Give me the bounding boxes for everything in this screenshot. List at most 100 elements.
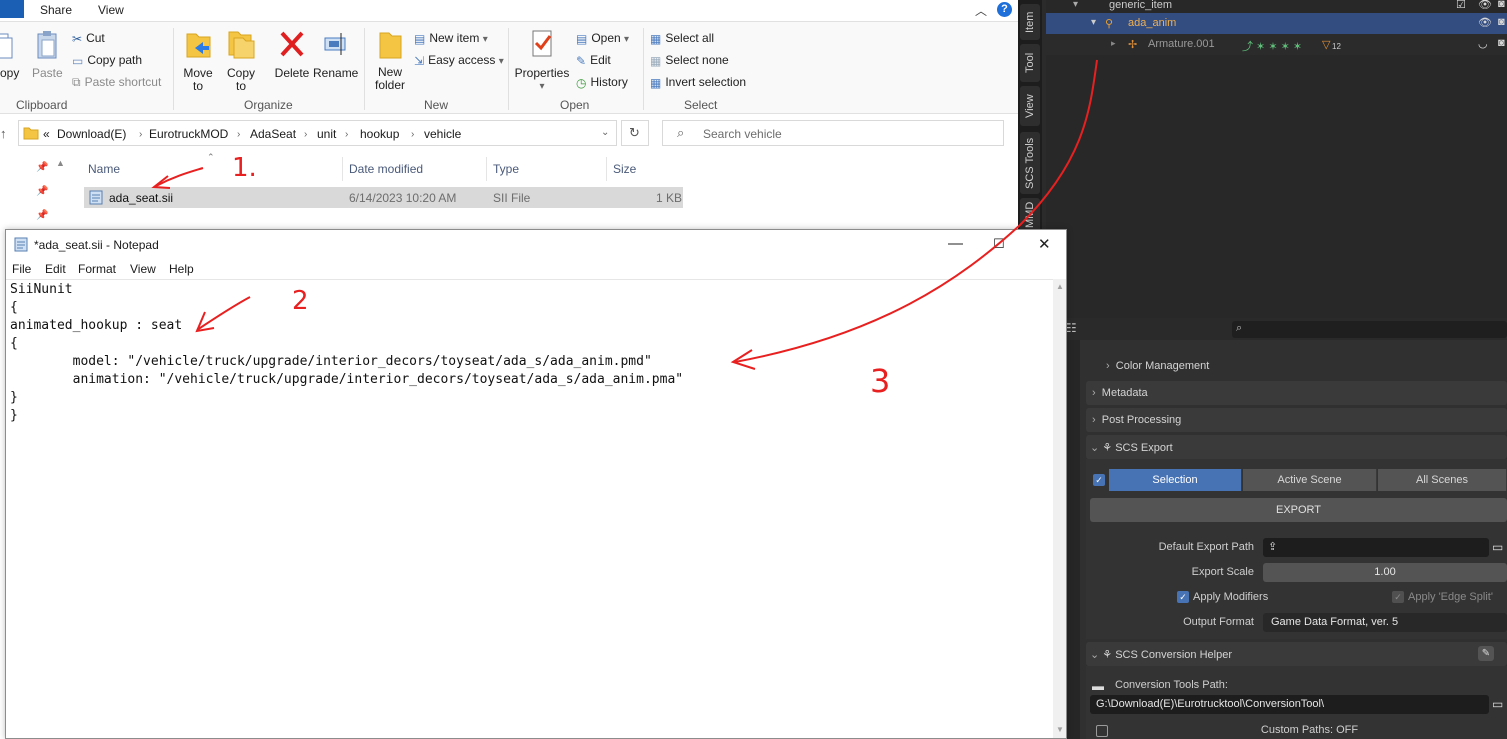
column-divider[interactable] <box>342 157 343 181</box>
checkbox-checked-icon[interactable]: ☑ <box>1456 0 1466 11</box>
panel-scs-export[interactable]: ⌄ ⚘ SCS Export <box>1086 435 1507 459</box>
file-row[interactable]: ada_seat.sii 6/14/2023 10:20 AM SII File… <box>84 187 683 208</box>
address-bar[interactable]: « Download(E) › EurotruckMOD › AdaSeat ›… <box>18 120 617 146</box>
conversion-tools-path-field[interactable]: G:\Download(E)\Eurotrucktool\ConversionT… <box>1090 695 1489 714</box>
help-icon[interactable]: ? <box>997 2 1012 17</box>
export-mode-active-scene[interactable]: Active Scene <box>1243 469 1377 491</box>
breadcrumb-vehicle[interactable]: vehicle <box>424 127 461 141</box>
outliner-row-armature[interactable]: ▸ ✢ Armature.001 ⤴ ✶ ✶ ✶ ✶ ▽ 12 ◡ ◙ <box>1046 34 1507 55</box>
tab-view[interactable]: View <box>1020 86 1040 126</box>
search-input[interactable]: Search vehicle <box>703 127 782 141</box>
menu-view[interactable]: View <box>130 262 156 276</box>
folder-browse-icon[interactable]: ▭ <box>1492 697 1503 711</box>
cut-button[interactable]: ✂ Cut <box>72 31 105 46</box>
tab-share[interactable]: Share <box>40 3 72 17</box>
column-header-size[interactable]: Size <box>613 162 636 176</box>
paste-button[interactable]: Paste <box>32 30 63 80</box>
tab-tool[interactable]: Tool <box>1020 44 1040 82</box>
minimize-icon[interactable]: — <box>948 235 963 252</box>
pin-icon[interactable]: 📌 <box>36 186 48 197</box>
pin-icon[interactable]: 📌 <box>36 162 48 173</box>
folder-browse-icon[interactable]: ▭ <box>1492 540 1503 554</box>
eyedropper-icon[interactable]: ✎ <box>1478 646 1494 661</box>
menu-format[interactable]: Format <box>78 262 116 276</box>
tab-item[interactable]: Item <box>1020 4 1040 40</box>
outliner-row-ada-anim[interactable]: ▾ ⚲ ada_anim 👁 ◙ <box>1046 13 1507 34</box>
copy-to-button[interactable]: Copy to <box>226 28 256 93</box>
column-divider[interactable] <box>606 157 607 181</box>
new-item-button[interactable]: ▤ New item ▾ <box>414 31 488 46</box>
camera-icon[interactable]: ◙ <box>1498 0 1505 10</box>
breadcrumb-hookup[interactable]: hookup <box>360 127 399 141</box>
file-name[interactable]: ada_seat.sii <box>109 191 173 205</box>
column-header-name[interactable]: Name <box>88 162 120 176</box>
panel-color-management[interactable]: › Color Management <box>1086 354 1507 378</box>
expand-triangle-icon[interactable]: ▸ <box>1111 38 1116 49</box>
rename-button[interactable]: Rename <box>313 28 358 80</box>
tab-scs-tools[interactable]: SCS Tools <box>1020 132 1040 194</box>
scroll-up-icon[interactable]: ▲ <box>56 158 65 168</box>
export-button[interactable]: EXPORT <box>1090 498 1507 522</box>
invert-selection-button[interactable]: ▦ Invert selection <box>650 75 746 90</box>
menu-file[interactable]: File <box>12 262 31 276</box>
eye-icon[interactable]: 👁 <box>1478 0 1492 11</box>
easy-access-button[interactable]: ⇲ Easy access ▾ <box>414 53 504 68</box>
output-format-dropdown[interactable]: Game Data Format, ver. 5 <box>1263 613 1507 632</box>
apply-modifiers-checkbox[interactable]: ✓ <box>1177 591 1189 603</box>
breadcrumb-eurotruckmod[interactable]: EurotruckMOD <box>149 127 228 141</box>
back-arrow-icon[interactable]: ↑ <box>0 126 7 141</box>
notepad-title-bar[interactable]: *ada_seat.sii - Notepad — ☐ ✕ <box>6 230 1066 259</box>
refresh-button[interactable]: ↻ <box>621 120 649 146</box>
panel-scs-conversion-helper[interactable]: ⌄ ⚘ SCS Conversion Helper ✎ <box>1086 642 1507 666</box>
copy-button[interactable]: opy <box>0 30 20 80</box>
export-mode-selection[interactable]: Selection <box>1109 469 1242 491</box>
apply-edge-split-checkbox[interactable]: ✓ <box>1392 591 1404 603</box>
new-folder-button[interactable]: New folder <box>372 28 408 92</box>
address-dropdown-icon[interactable]: ⌄ <box>601 127 609 138</box>
tab-mmd[interactable]: MMD <box>1020 198 1040 232</box>
panel-post-processing[interactable]: › Post Processing <box>1086 408 1507 432</box>
notepad-text-area[interactable]: SiiNunit { animated_hookup : seat { mode… <box>6 279 1053 738</box>
paste-shortcut-button[interactable]: ⧉ Paste shortcut <box>72 75 161 90</box>
tab-file[interactable] <box>0 0 24 18</box>
open-button[interactable]: ▤ Open ▾ <box>576 31 629 46</box>
breadcrumb-unit[interactable]: unit <box>317 127 336 141</box>
close-icon[interactable]: ✕ <box>1038 235 1051 253</box>
editor-type-icon[interactable]: ☷ <box>1066 321 1077 335</box>
search-box[interactable]: ⌕ Search vehicle <box>662 120 1004 146</box>
custom-paths-checkbox[interactable] <box>1096 725 1108 737</box>
default-export-path-field[interactable]: ⇪ <box>1263 538 1489 557</box>
notepad-vertical-scrollbar[interactable]: ▲ ▼ <box>1053 279 1066 738</box>
eye-icon[interactable]: 👁 <box>1478 16 1492 29</box>
collapse-ribbon-icon[interactable]: ︿ <box>975 2 987 19</box>
eye-hidden-icon[interactable]: ◡ <box>1478 37 1488 50</box>
custom-paths-toggle[interactable]: Custom Paths: OFF <box>1122 724 1497 736</box>
panel-metadata[interactable]: › Metadata <box>1086 381 1507 405</box>
properties-button[interactable]: Properties ▾ <box>514 28 570 92</box>
select-none-button[interactable]: ▦ Select none <box>650 53 729 68</box>
edit-button[interactable]: ✎ Edit <box>576 53 611 68</box>
tab-view[interactable]: View <box>98 3 124 17</box>
export-mode-checkbox[interactable]: ✓ <box>1093 474 1105 486</box>
breadcrumb-adaseat[interactable]: AdaSeat <box>250 127 296 141</box>
maximize-icon[interactable]: ☐ <box>993 236 1005 252</box>
properties-search-input[interactable]: ⌕ <box>1232 321 1507 338</box>
column-header-type[interactable]: Type <box>493 162 519 176</box>
column-divider[interactable] <box>486 157 487 181</box>
column-header-date-modified[interactable]: Date modified <box>349 162 423 176</box>
copy-path-button[interactable]: ▭ Copy path <box>72 53 142 68</box>
move-to-button[interactable]: Move to <box>182 28 214 93</box>
collapse-triangle-icon[interactable]: ▾ <box>1073 0 1078 10</box>
export-mode-all-scenes[interactable]: All Scenes <box>1378 469 1507 491</box>
scroll-up-icon[interactable]: ▲ <box>1056 282 1064 291</box>
history-button[interactable]: ◷ History <box>576 75 628 90</box>
menu-edit[interactable]: Edit <box>45 262 66 276</box>
delete-button[interactable]: Delete <box>274 28 310 80</box>
camera-icon[interactable]: ◙ <box>1498 37 1505 49</box>
breadcrumb-overflow[interactable]: « <box>43 127 50 141</box>
scroll-down-icon[interactable]: ▼ <box>1056 725 1064 734</box>
pin-icon[interactable]: 📌 <box>36 210 48 221</box>
menu-help[interactable]: Help <box>169 262 194 276</box>
camera-icon[interactable]: ◙ <box>1498 16 1505 28</box>
breadcrumb-download[interactable]: Download(E) <box>57 127 126 141</box>
